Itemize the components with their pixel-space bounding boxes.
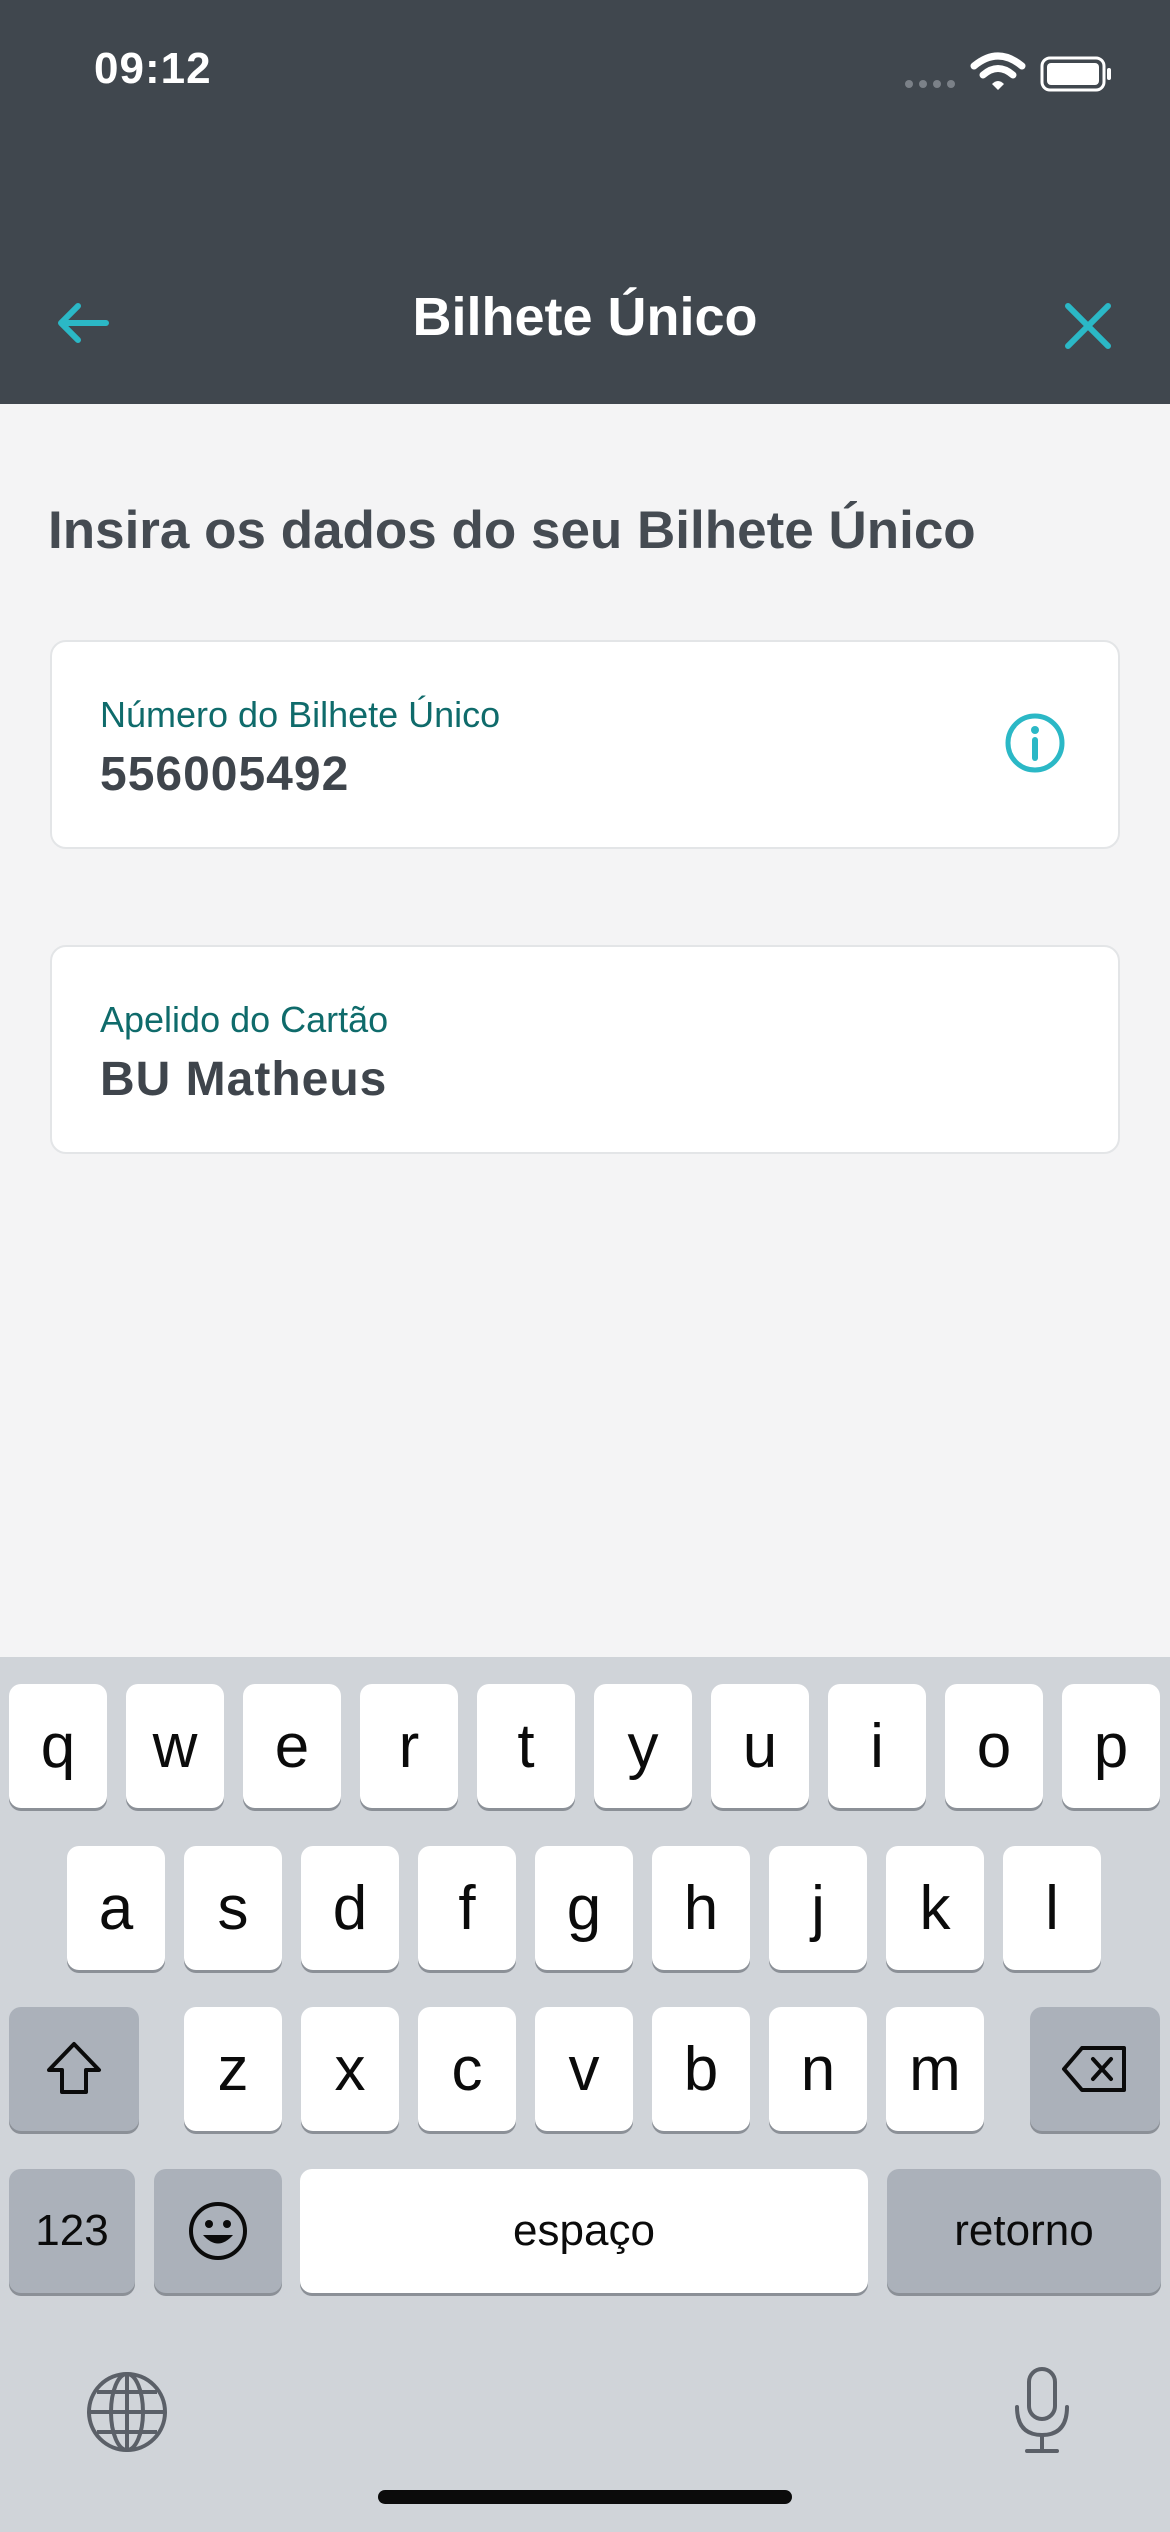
key-m[interactable]: m	[886, 2007, 984, 2131]
card-nickname-field[interactable]: Apelido do Cartão BU Matheus	[50, 945, 1120, 1154]
card-number-label: Número do Bilhete Único	[100, 694, 501, 735]
shift-icon	[47, 2042, 101, 2094]
info-icon[interactable]	[1002, 710, 1068, 776]
key-h[interactable]: h	[652, 1846, 750, 1970]
key-q[interactable]: q	[9, 1684, 107, 1808]
signal-icon	[905, 80, 957, 90]
key-o[interactable]: o	[945, 1684, 1043, 1808]
key-k[interactable]: k	[886, 1846, 984, 1970]
card-nickname-value[interactable]: BU Matheus	[100, 1052, 387, 1107]
key-g[interactable]: g	[535, 1846, 633, 1970]
form-heading: Insira os dados do seu Bilhete Único	[48, 501, 976, 560]
globe-icon[interactable]	[84, 2369, 170, 2455]
key-t[interactable]: t	[477, 1684, 575, 1808]
close-icon[interactable]	[1055, 293, 1121, 359]
key-w[interactable]: w	[126, 1684, 224, 1808]
key-e[interactable]: e	[243, 1684, 341, 1808]
wifi-icon	[970, 52, 1026, 90]
shift-key[interactable]	[9, 2007, 139, 2131]
backspace-key[interactable]	[1030, 2007, 1160, 2131]
card-nickname-label: Apelido do Cartão	[100, 999, 389, 1040]
key-x[interactable]: x	[301, 2007, 399, 2131]
return-key[interactable]: retorno	[887, 2169, 1161, 2293]
numbers-key[interactable]: 123	[9, 2169, 135, 2293]
key-c[interactable]: c	[418, 2007, 516, 2131]
card-number-field[interactable]: Número do Bilhete Único 556005492	[50, 640, 1120, 849]
card-number-value[interactable]: 556005492	[100, 747, 349, 802]
status-time: 09:12	[94, 44, 212, 93]
key-p[interactable]: p	[1062, 1684, 1160, 1808]
emoji-key[interactable]	[154, 2169, 282, 2293]
key-f[interactable]: f	[418, 1846, 516, 1970]
microphone-icon[interactable]	[1007, 2365, 1077, 2457]
key-a[interactable]: a	[67, 1846, 165, 1970]
space-key[interactable]: espaço	[300, 2169, 868, 2293]
key-v[interactable]: v	[535, 2007, 633, 2131]
key-s[interactable]: s	[184, 1846, 282, 1970]
key-n[interactable]: n	[769, 2007, 867, 2131]
battery-icon	[1040, 56, 1111, 92]
key-i[interactable]: i	[828, 1684, 926, 1808]
key-z[interactable]: z	[184, 2007, 282, 2131]
page-title: Bilhete Único	[412, 287, 758, 347]
emoji-icon	[189, 2202, 247, 2260]
home-indicator	[378, 2490, 792, 2504]
key-r[interactable]: r	[360, 1684, 458, 1808]
key-d[interactable]: d	[301, 1846, 399, 1970]
backspace-icon	[1062, 2046, 1126, 2092]
key-l[interactable]: l	[1003, 1846, 1101, 1970]
key-u[interactable]: u	[711, 1684, 809, 1808]
key-j[interactable]: j	[769, 1846, 867, 1970]
key-b[interactable]: b	[652, 2007, 750, 2131]
key-y[interactable]: y	[594, 1684, 692, 1808]
